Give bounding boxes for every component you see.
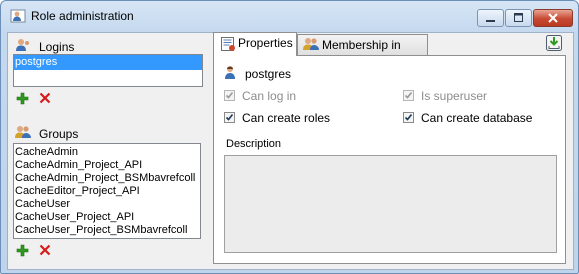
properties-icon	[220, 36, 236, 58]
user-icon	[15, 38, 31, 55]
tab-membership-in-groups[interactable]: Membership in groups	[297, 34, 428, 72]
list-item[interactable]: CacheAdmin_Project_BSMbavrefcoll	[14, 172, 200, 185]
can-create-roles-label: Can create roles	[242, 111, 331, 125]
tab-properties[interactable]: Properties	[213, 32, 297, 56]
list-item[interactable]: CacheUser_Project_BSMbavrefcoll	[14, 224, 200, 237]
groups-label: Groups	[39, 127, 79, 141]
description-field[interactable]	[224, 155, 557, 253]
minimize-button[interactable]	[477, 9, 504, 27]
list-item-login[interactable]: postgres	[14, 55, 202, 70]
is-superuser-checkbox[interactable]	[403, 90, 414, 101]
delete-icon[interactable]	[39, 244, 51, 259]
tab-properties-label: Properties	[238, 36, 293, 50]
logins-label: Logins	[39, 40, 75, 54]
is-superuser-label: Is superuser	[421, 89, 488, 103]
user-icon	[10, 8, 26, 24]
add-icon[interactable]	[16, 244, 29, 260]
properties-panel: postgres Can log in Is superuser Can cre…	[213, 55, 566, 264]
add-icon[interactable]	[16, 92, 29, 108]
close-button[interactable]	[533, 9, 573, 27]
delete-icon[interactable]	[39, 92, 51, 107]
role-name: postgres	[245, 67, 292, 81]
list-item[interactable]: CacheAdmin_Project_API	[14, 159, 200, 172]
list-item[interactable]: CacheUser	[14, 198, 200, 211]
save-icon[interactable]	[545, 34, 563, 55]
can-log-in-label: Can log in	[242, 89, 297, 103]
groups-list[interactable]: CacheAdmin CacheAdmin_Project_API CacheA…	[13, 143, 201, 239]
window-title: Role administration	[31, 9, 134, 23]
can-create-database-label: Can create database	[421, 111, 533, 125]
user-icon	[223, 65, 239, 83]
list-item[interactable]: CacheUser_Project_API	[14, 211, 200, 224]
group-icon	[302, 37, 320, 57]
can-create-database-checkbox[interactable]	[403, 112, 414, 123]
group-icon	[14, 125, 32, 142]
maximize-button[interactable]	[505, 9, 532, 27]
logins-list[interactable]: postgres	[13, 54, 203, 87]
can-log-in-checkbox[interactable]	[224, 90, 235, 101]
role-administration-window: Role administration Logins postgres Grou…	[0, 0, 579, 274]
title-bar[interactable]: Role administration	[1, 1, 578, 31]
list-item[interactable]: CacheAdmin	[14, 146, 200, 159]
description-label: Description	[226, 138, 282, 150]
list-item[interactable]: CacheEditor_Project_API	[14, 185, 200, 198]
can-create-roles-checkbox[interactable]	[224, 112, 235, 123]
dialog-client-area: Logins postgres Groups CacheAdmin CacheA…	[7, 32, 574, 270]
